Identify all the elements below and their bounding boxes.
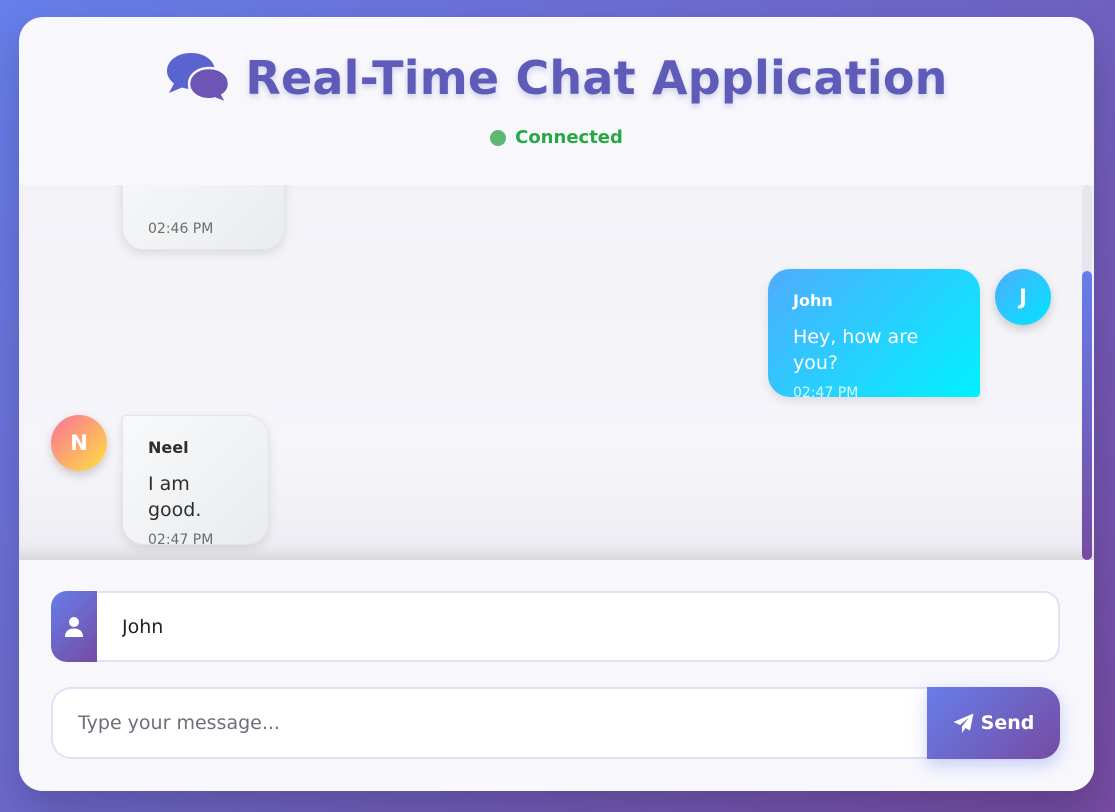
avatar: N (51, 415, 107, 471)
message-sender: Neel (148, 438, 189, 457)
composer: Send (19, 560, 1094, 791)
send-button[interactable]: Send (927, 687, 1060, 759)
message-bubble: John Hey, how are you? 02:47 PM (768, 269, 980, 401)
username-input[interactable] (97, 591, 1060, 662)
comments-icon (167, 53, 231, 105)
message-time: 02:47 PM (793, 385, 859, 401)
message-bubble: 02:46 PM (122, 185, 285, 250)
message-row: Send (51, 687, 1060, 759)
message-time: 02:47 PM (148, 532, 214, 548)
page-title: Real-Time Chat Application (245, 51, 948, 105)
message-text (148, 186, 259, 212)
chat-header: Real-Time Chat Application Connected (19, 17, 1094, 185)
send-button-label: Send (980, 712, 1035, 734)
connection-status: Connected (19, 127, 1094, 148)
message-text: Hey, how are you? (793, 326, 919, 374)
scrollbar[interactable] (1082, 185, 1092, 560)
message-sender: John (793, 291, 833, 310)
paper-plane-icon (953, 713, 974, 733)
scrollbar-thumb[interactable] (1082, 271, 1092, 560)
status-dot-icon (490, 129, 507, 146)
message-time: 02:46 PM (148, 221, 214, 237)
username-icon-box (51, 591, 97, 662)
message-list[interactable]: 02:46 PM John Hey, how are you? 02:47 PM… (19, 185, 1094, 560)
username-row (51, 591, 1060, 662)
message-bubble: Neel I am good. 02:47 PM (122, 415, 269, 548)
title-row: Real-Time Chat Application (19, 51, 1094, 105)
user-icon (65, 616, 83, 637)
message-input[interactable] (51, 687, 927, 759)
status-label: Connected (515, 127, 623, 148)
avatar: J (995, 269, 1051, 325)
message-text: I am good. (148, 473, 202, 521)
chat-app-window: Real-Time Chat Application Connected 02:… (19, 17, 1094, 791)
